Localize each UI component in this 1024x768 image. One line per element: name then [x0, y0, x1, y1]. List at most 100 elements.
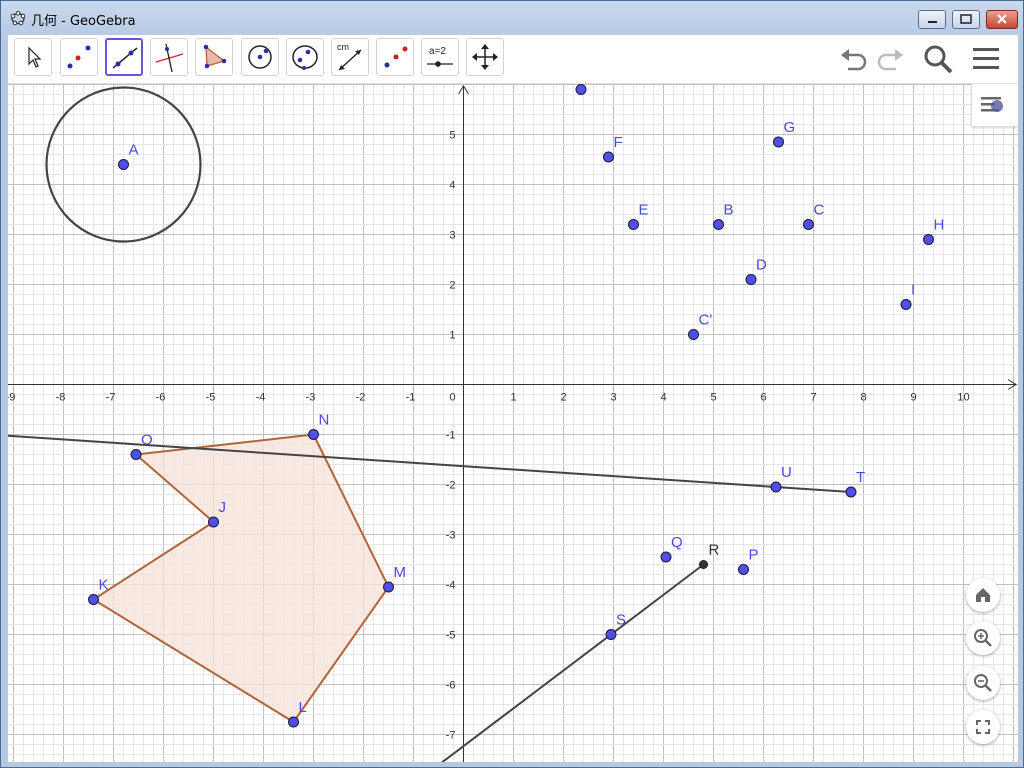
point-label-J: J	[219, 499, 227, 516]
style-bar-toggle[interactable]	[971, 84, 1018, 127]
search-icon[interactable]	[922, 43, 954, 75]
point-label-E: E	[639, 202, 649, 219]
point-C[interactable]	[803, 219, 814, 230]
x-tick-label: 9	[910, 392, 916, 404]
svg-text:cm: cm	[337, 42, 349, 52]
point-H[interactable]	[923, 234, 934, 245]
zoom-out-button[interactable]	[966, 666, 1000, 700]
measure-tool-button[interactable]: cm	[331, 38, 369, 76]
point-label-M: M	[394, 564, 407, 581]
y-tick-label: -6	[446, 680, 456, 692]
line-tool-button[interactable]	[105, 38, 143, 76]
maximize-button[interactable]	[952, 10, 980, 29]
point-label-F: F	[614, 134, 623, 151]
x-tick-label: -7	[106, 392, 116, 404]
x-tick-label: -6	[156, 392, 166, 404]
point-R[interactable]	[699, 560, 708, 569]
undo-icon[interactable]	[838, 43, 870, 75]
point-B[interactable]	[713, 219, 724, 230]
point-Q[interactable]	[660, 551, 672, 563]
point-E[interactable]	[628, 219, 639, 230]
minimize-button[interactable]	[918, 10, 946, 29]
y-tick-label: -3	[446, 530, 456, 542]
point-J[interactable]	[208, 516, 219, 528]
circle-tool-button[interactable]	[241, 38, 279, 76]
x-tick-label: 4	[660, 392, 666, 404]
y-tick-label: 1	[449, 330, 455, 342]
x-tick-label: 2	[560, 392, 566, 404]
slider-icon: a=2	[427, 46, 453, 67]
circle-center-point-icon	[248, 45, 272, 69]
x-tick-label: -4	[256, 392, 266, 404]
close-button[interactable]	[986, 10, 1018, 29]
point-label-N: N	[319, 412, 330, 429]
y-tick-label: -5	[446, 630, 456, 642]
x-tick-label: 8	[860, 392, 866, 404]
ellipse-icon	[292, 45, 318, 70]
geogebra-app-icon	[10, 11, 26, 26]
menu-icon[interactable]	[970, 43, 1002, 75]
polygon-ONMLKJ[interactable]	[91, 433, 390, 724]
point-S[interactable]	[605, 629, 617, 640]
y-tick-label: 3	[449, 230, 455, 242]
point-label-P: P	[749, 547, 759, 564]
point-F[interactable]	[603, 151, 614, 163]
perpendicular-line-tool-button[interactable]	[150, 38, 188, 76]
x-tick-label: 3	[610, 392, 616, 404]
style-bar-icon	[981, 97, 1003, 112]
point-U[interactable]	[770, 481, 782, 493]
point-P[interactable]	[738, 564, 749, 575]
x-tick-label: -1	[406, 392, 416, 404]
point-tool-button[interactable]	[60, 38, 98, 76]
graphics-view[interactable]: -9 -8 -7 -6 -5 -4 -3 -2 -1 0 1 2 3 4 5 6 7 8 9 10 5 4 3 2 1 -1 -2 -…	[8, 84, 1018, 762]
point-label-G: G	[784, 119, 796, 136]
point-label-C-prime: C'	[699, 312, 713, 329]
y-tick-label: -7	[446, 730, 456, 742]
point-K[interactable]	[88, 594, 99, 605]
x-tick-label: 1	[510, 392, 516, 404]
polygon-icon	[203, 44, 227, 69]
x-tick-label: -9	[8, 392, 15, 404]
line-through-points-icon	[112, 47, 138, 69]
polygon-tool-button[interactable]	[195, 38, 233, 76]
x-tick-label: 5	[710, 392, 716, 404]
zoom-out-icon	[974, 674, 992, 692]
point-label-B: B	[724, 202, 734, 219]
point-A[interactable]	[118, 159, 129, 170]
point-label-K: K	[99, 577, 109, 594]
point-C-prime[interactable]	[688, 329, 699, 340]
point-label-L: L	[299, 699, 307, 716]
point-M[interactable]	[383, 581, 394, 593]
point-I[interactable]	[900, 299, 912, 310]
point-label-R: R	[709, 542, 720, 559]
slider-tool-button[interactable]: a=2	[421, 38, 459, 76]
point-O[interactable]	[130, 449, 142, 460]
arrow-cursor-icon	[28, 46, 42, 68]
point-label-D: D	[756, 257, 767, 274]
point-N[interactable]	[308, 429, 319, 440]
home-button[interactable]	[966, 578, 1000, 612]
point-L[interactable]	[288, 716, 299, 728]
move-tool-button[interactable]	[14, 38, 52, 76]
move-graphics-tool-button[interactable]	[466, 38, 504, 76]
x-tick-label: 6	[760, 392, 766, 404]
title-bar: 几何 - GeoGebra	[1, 1, 1024, 35]
geogebra-client-area: cm a=2 -9 -8 -7 -6 -5 -4 -3 -2 -1 0 1 2 3 4 5 6 7 8 9 10 5 4 3…	[8, 35, 1018, 762]
fullscreen-button[interactable]	[966, 710, 1000, 744]
point-label-T: T	[856, 469, 865, 486]
point-label-A: A	[129, 142, 139, 159]
toolbar: cm a=2	[8, 35, 1018, 84]
point-label-O: O	[141, 432, 153, 449]
point-D[interactable]	[745, 274, 757, 285]
redo-icon[interactable]	[874, 43, 906, 75]
y-tick-label: -1	[446, 430, 456, 442]
point-G[interactable]	[773, 136, 784, 148]
reflect-tool-button[interactable]	[376, 38, 414, 76]
zoom-in-button[interactable]	[966, 621, 1000, 655]
point-E-prime[interactable]	[575, 84, 587, 95]
conic-tool-button[interactable]	[286, 38, 324, 76]
svg-text:a=2: a=2	[429, 46, 446, 57]
line-UT[interactable]	[8, 433, 852, 493]
point-label-C: C	[814, 202, 825, 219]
point-T[interactable]	[845, 486, 857, 498]
